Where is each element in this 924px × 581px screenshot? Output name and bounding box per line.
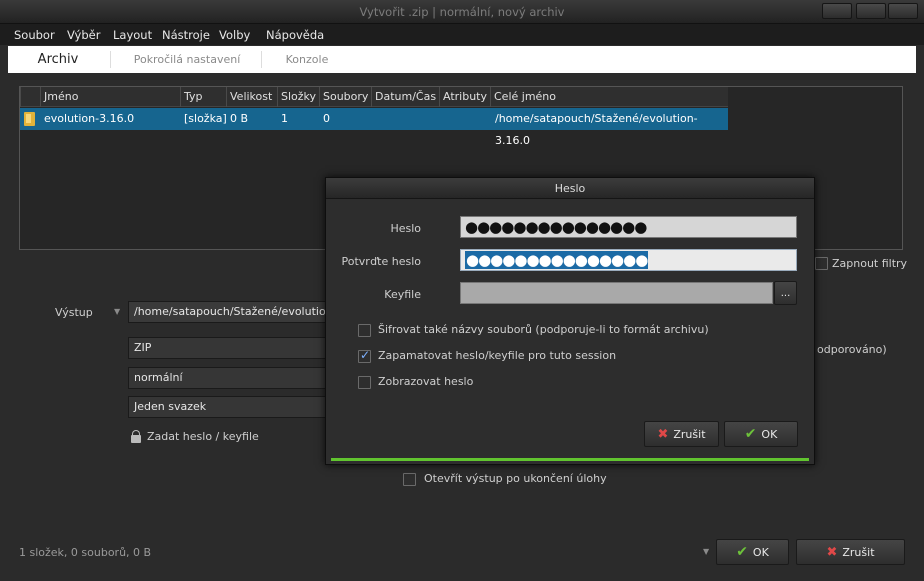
keyfile-browse-button[interactable]: ... [774,281,797,305]
check-icon: ✔ [736,544,748,560]
level-select[interactable]: normální [128,367,328,389]
tab-konzole[interactable]: Konzole [264,46,350,73]
ok-button[interactable]: ✔ OK [716,539,789,565]
output-label: Výstup [55,306,93,319]
title-bar: Vytvořit .zip | normální, nový archiv [0,0,924,24]
menu-napoveda[interactable]: Nápověda [266,28,324,42]
open-after-label: Otevřít výstup po ukončení úlohy [424,472,607,485]
close-button[interactable] [888,3,918,19]
column-attributes[interactable]: Atributy [439,87,490,107]
filters-checkbox[interactable] [815,257,828,270]
show-password-checkbox[interactable] [358,376,371,389]
menu-vyber[interactable]: Výběr [67,28,100,42]
cancel-label: Zrušit [842,545,875,559]
column-size[interactable]: Velikost [226,87,277,107]
cell-fullname: /home/satapouch/Stažené/evolution-3.16.0 [495,112,698,147]
column-folders[interactable]: Složky [277,87,319,107]
folder-icon [24,112,35,126]
tab-pokrocila-nastaveni[interactable]: Pokročilá nastavení [112,46,262,73]
format-select[interactable]: ZIP [128,337,328,359]
dialog-ok-label: OK [761,427,778,441]
close-icon: ✖ [657,426,669,442]
menu-soubor[interactable]: Soubor [14,28,55,42]
column-type[interactable]: Typ [180,87,226,107]
tab-divider [261,51,262,68]
column-files[interactable]: Soubory [319,87,371,107]
tab-bar: Archiv Pokročilá nastavení Konzole [8,46,916,73]
encrypt-names-label: Šifrovat také názvy souborů (podporuje-l… [378,323,709,336]
filters-label: Zapnout filtry [832,257,908,270]
dialog-cancel-label: Zrušit [673,427,706,441]
maximize-button[interactable] [856,3,886,19]
menu-volby[interactable]: Volby [219,28,250,42]
password-dialog: Heslo Heslo ●●●●●●●●●●●●●●● Potvrďte hes… [325,177,815,465]
remember-password-label: Zapamatovat heslo/keyfile pro tuto sessi… [378,349,617,362]
cell-name: evolution-3.16.0 [44,112,135,125]
chevron-down-icon[interactable]: ▼ [703,547,709,556]
dialog-cancel-button[interactable]: ✖ Zrušit [644,421,719,447]
minimize-button[interactable] [822,3,852,19]
column-name[interactable]: Jméno [40,87,180,107]
lock-icon [131,430,141,443]
tab-archiv[interactable]: Archiv [8,46,108,73]
confirm-password-input[interactable]: ●●●●●●●●●●●●●●● [460,249,797,271]
encrypt-names-checkbox[interactable] [358,324,371,337]
output-path-input[interactable]: /home/satapouch/Stažené/evolution [128,301,328,323]
cell-files: 0 [323,112,330,125]
close-icon: ✖ [826,544,838,560]
menu-bar: Soubor Výběr Layout Nástroje Volby Nápov… [0,24,924,45]
status-text: 1 složek, 0 souborů, 0 B [19,546,152,559]
tab-divider [110,51,111,68]
check-icon: ✔ [744,426,757,442]
password-label: Heslo [390,222,421,235]
open-after-checkbox[interactable] [403,473,416,486]
window-title: Vytvořit .zip | normální, nový archiv [359,5,565,19]
ok-label: OK [752,545,769,559]
keyfile-label: Keyfile [384,288,421,301]
volumes-select[interactable]: Jeden svazek [128,396,328,418]
password-input[interactable]: ●●●●●●●●●●●●●●● [460,216,797,238]
show-password-label: Zobrazovat heslo [378,375,474,388]
column-header: Jméno Typ Velikost Složky Soubory Datum/… [20,87,728,107]
confirm-selection: ●●●●●●●●●●●●●●● [465,251,648,269]
column-fullname[interactable]: Celé jméno [490,87,728,107]
keyfile-input[interactable] [460,282,773,304]
menu-nastroje[interactable]: Nástroje [162,28,210,42]
dialog-ok-button[interactable]: ✔ OK [724,421,798,447]
cell-datetime [372,108,375,130]
cell-size: 0 B [230,112,249,125]
password-link[interactable]: Zadat heslo / keyfile [147,430,259,443]
table-row[interactable]: evolution-3.16.0 [složka] 0 B 1 0 /home/… [20,108,728,147]
cell-type: [složka] [184,112,227,125]
cell-folders: 1 [281,112,288,125]
remember-password-checkbox[interactable] [358,348,371,363]
confirm-label: Potvrďte heslo [341,255,421,268]
column-datetime[interactable]: Datum/Čas [371,87,439,107]
side-note: odporováno) [817,343,887,356]
cancel-button[interactable]: ✖ Zrušit [796,539,905,565]
menu-layout[interactable]: Layout [113,28,152,42]
dialog-progress-bar [331,458,809,461]
dialog-title: Heslo [326,178,814,199]
cell-attributes [440,108,443,130]
column-icon [20,87,40,107]
chevron-down-icon[interactable]: ▼ [114,307,120,316]
